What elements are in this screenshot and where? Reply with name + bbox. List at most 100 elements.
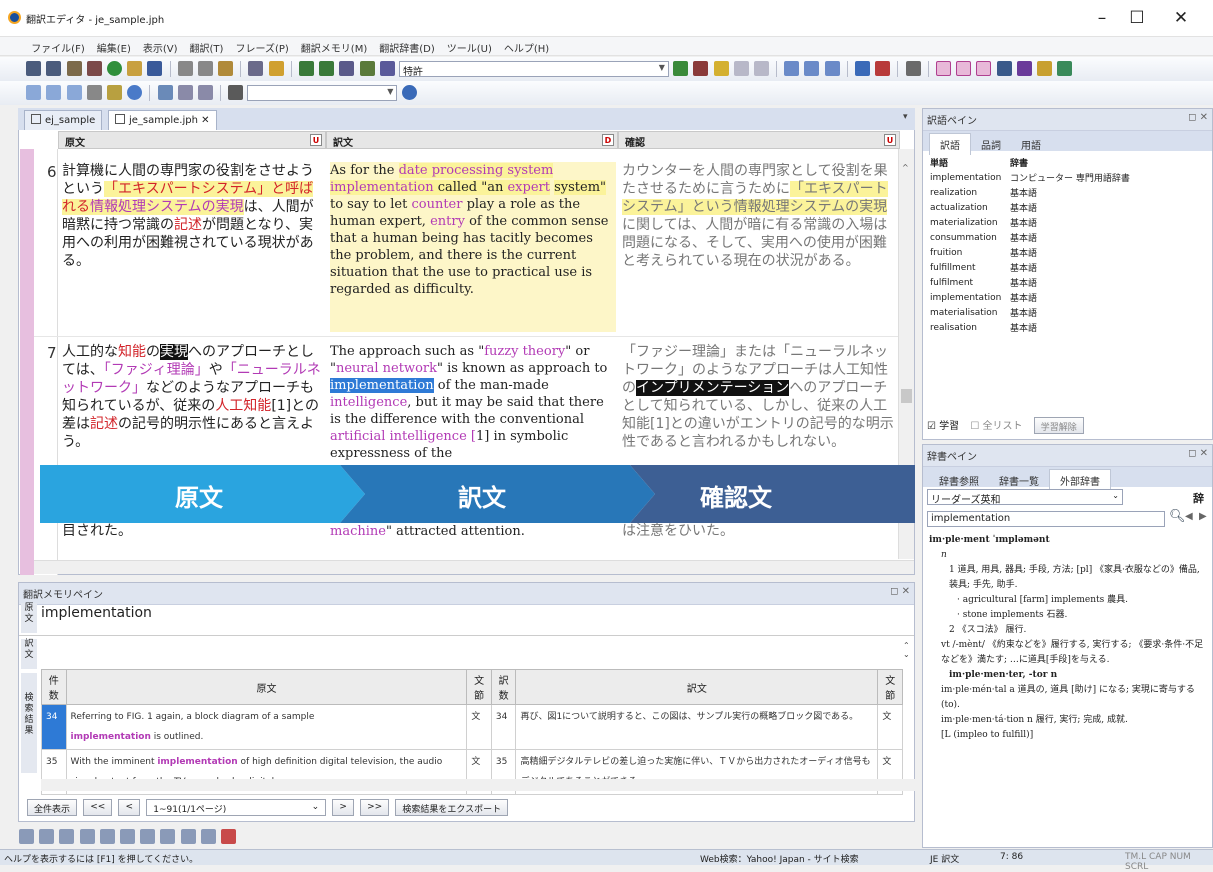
bookmark-icon[interactable] [177, 85, 193, 100]
run-icon[interactable] [106, 61, 122, 76]
marker-icon[interactable] [106, 85, 122, 100]
list-item[interactable]: realisation 基本語 [927, 320, 1133, 335]
memory-tool-1-icon[interactable] [19, 829, 34, 844]
memory-source-field[interactable]: implementation [41, 605, 152, 621]
menu-tools[interactable]: ツール(U) [441, 37, 498, 55]
note-icon[interactable] [1036, 61, 1052, 76]
copy-icon[interactable] [197, 61, 213, 76]
memory-tool-6-icon[interactable] [119, 829, 135, 844]
last-page-button[interactable]: >> [360, 799, 390, 816]
save-icon[interactable] [147, 61, 163, 76]
list-item[interactable]: fulfillment 基本語 [927, 260, 1133, 275]
source-cell-6[interactable]: 計算機に人間の専門家の役割をさせようという「エキスパートシステム」と呼ばれる情報… [62, 162, 324, 270]
pane-layout-2-icon[interactable] [956, 61, 972, 76]
link-icon[interactable] [157, 85, 173, 100]
translate-all-icon[interactable] [86, 61, 102, 76]
menu-phrase[interactable]: フレーズ(P) [229, 37, 294, 55]
reverse-icon[interactable] [824, 61, 840, 76]
paste-icon[interactable] [218, 61, 234, 76]
history-icon[interactable] [197, 85, 213, 100]
verify-cell-6[interactable]: カウンターを人間の専門家として役割を果たさせるために言うために「エキスパートシス… [622, 162, 898, 270]
close-button[interactable]: ✕ [1164, 6, 1198, 30]
list-item[interactable]: consummation 基本語 [927, 230, 1133, 245]
stop-icon[interactable] [379, 61, 395, 76]
next-sentence-icon[interactable] [319, 61, 335, 76]
new-icon[interactable] [26, 61, 42, 76]
prev-page-button[interactable]: < [118, 799, 141, 816]
tab-external-dict[interactable]: 外部辞書 [1049, 469, 1111, 491]
tab-parts-of-speech[interactable]: 品詞 [971, 134, 1011, 155]
list-item[interactable]: materialization 基本語 [927, 215, 1133, 230]
web-search-select[interactable]: ▼ [247, 85, 398, 101]
next-result-icon[interactable]: ▶ [1199, 511, 1207, 522]
dictionary-query-input[interactable]: implementation [927, 511, 1165, 527]
pin-icon[interactable] [875, 61, 891, 76]
tab-list-icon[interactable]: ▾ [903, 112, 908, 122]
page-select[interactable]: 1~91(1/1ページ) ⌄ [146, 799, 327, 816]
translate-next-icon[interactable] [359, 61, 375, 76]
translation-cell-6[interactable]: As for the date processing system implem… [330, 162, 616, 332]
tab-je-sample[interactable]: je_sample.jph ✕ [108, 110, 217, 130]
verify-cell-7[interactable]: 「ファジー理論」または「ニューラルネットワーク」のようなアプローチは人工知性のイ… [622, 343, 898, 451]
list-item[interactable]: implementation 基本語 [927, 290, 1133, 305]
folder-icon[interactable] [127, 61, 143, 76]
memory-tool-10-icon[interactable] [200, 829, 216, 844]
menu-help[interactable]: ヘルプ(H) [498, 37, 555, 55]
dict-icon[interactable] [673, 61, 689, 76]
show-all-button[interactable]: 全件表示 [27, 799, 78, 816]
memory-tool-7-icon[interactable] [140, 829, 156, 844]
list-item[interactable]: fulfilment 基本語 [927, 275, 1133, 290]
search-icon[interactable] [401, 85, 417, 100]
column-menu-icon[interactable]: U [884, 134, 896, 146]
source-cell-7[interactable]: 人工的な知能の実現へのアプローチとしては、「ファジィ理論」や「ニューラルネットワ… [62, 343, 324, 451]
memory-tool-5-icon[interactable] [99, 829, 115, 844]
menu-file[interactable]: ファイル(F) [25, 37, 91, 55]
learn-clear-button[interactable]: 学習解除 [1033, 417, 1084, 434]
translate-sentence-icon[interactable] [339, 61, 355, 76]
memory-tool-2-icon[interactable] [39, 829, 55, 844]
pane-settings-icon[interactable] [996, 61, 1012, 76]
highlight-icon[interactable] [713, 61, 729, 76]
column-menu-icon[interactable]: D [602, 134, 614, 146]
prev-sentence-icon[interactable] [299, 61, 314, 76]
tab-translation-words[interactable]: 訳語 [929, 133, 971, 155]
memory-tool-9-icon[interactable] [180, 829, 196, 844]
stop-load-icon[interactable] [86, 85, 102, 100]
menu-edit[interactable]: 編集(E) [91, 37, 137, 55]
first-page-button[interactable]: << [83, 799, 113, 816]
menu-dictionary[interactable]: 翻訳辞書(D) [373, 37, 441, 55]
editor-hscrollbar[interactable] [34, 560, 914, 574]
layout-icon[interactable] [905, 61, 921, 76]
memory-tool-8-icon[interactable] [160, 829, 176, 844]
list-item[interactable]: fruition 基本語 [927, 245, 1133, 260]
open-icon[interactable] [46, 61, 62, 76]
settings-icon[interactable] [228, 85, 244, 100]
dict2-icon[interactable] [693, 61, 709, 76]
compare-icon[interactable] [733, 61, 749, 76]
register-icon[interactable] [784, 61, 800, 76]
prev-result-icon[interactable]: ◀ [1185, 511, 1193, 522]
list-item[interactable]: materialisation 基本語 [927, 305, 1133, 320]
help-icon[interactable] [268, 61, 284, 76]
translation-cell-7[interactable]: The approach such as "fuzzy theory" or "… [330, 343, 616, 463]
field-select[interactable]: 特許 ▼ [398, 61, 669, 78]
all-list-checkbox[interactable]: ☐ 全リスト [970, 421, 1022, 432]
forward-icon[interactable] [46, 85, 62, 100]
list-item[interactable]: realization 基本語 [927, 185, 1133, 200]
maximize-button[interactable]: ☐ [1120, 6, 1154, 30]
cut-icon[interactable] [177, 61, 193, 76]
menu-memory[interactable]: 翻訳メモリ(M) [295, 37, 373, 55]
memory-tool-4-icon[interactable] [79, 829, 95, 844]
export-button[interactable]: 検索結果をエクスポート [395, 799, 509, 816]
column-menu-icon[interactable]: U [310, 134, 322, 146]
memory-field-scroll-icon[interactable]: ⌃ ⌄ [903, 641, 910, 659]
dictionary-select[interactable]: リーダーズ英和 ⌄ [927, 489, 1123, 506]
undo-icon[interactable] [248, 61, 264, 76]
pane-layout-1-icon[interactable] [935, 61, 951, 76]
tab-dict-list[interactable]: 辞書一覧 [989, 470, 1049, 491]
learn-checkbox[interactable]: ☑ 学習 [927, 421, 959, 432]
translate-icon[interactable] [66, 61, 82, 76]
tab-close-icon[interactable]: ✕ [201, 115, 209, 126]
spell-icon[interactable] [1016, 61, 1032, 76]
list-item[interactable]: actualization 基本語 [927, 200, 1133, 215]
